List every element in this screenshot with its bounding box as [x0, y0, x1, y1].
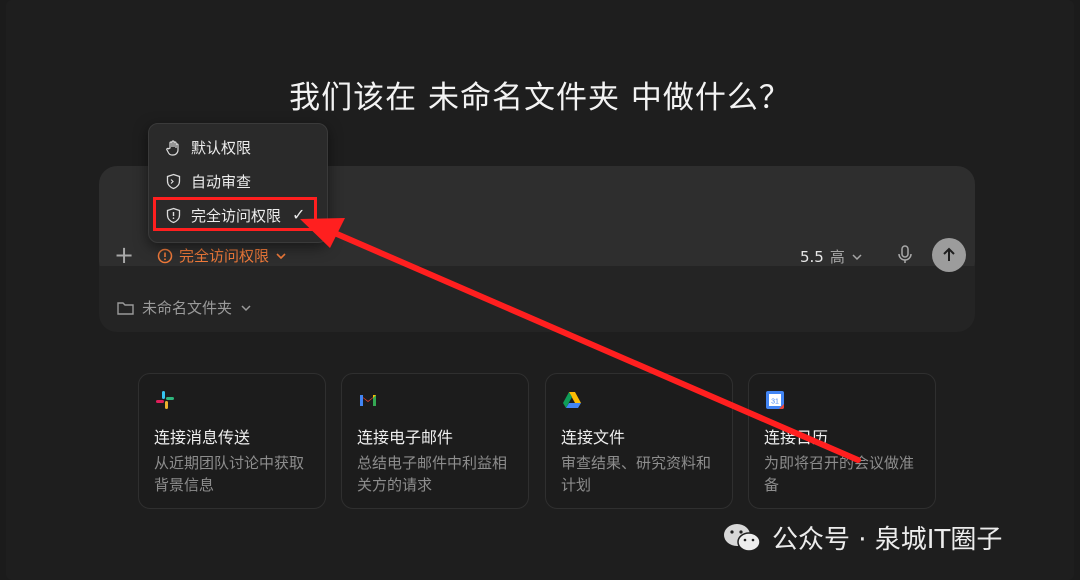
hand-icon [166, 140, 179, 156]
terminal-shield-icon [166, 173, 181, 190]
add-attachment-button[interactable]: + [114, 242, 134, 268]
folder-label: 未命名文件夹 [142, 299, 233, 317]
model-selector[interactable]: 5.5 高 [800, 246, 863, 267]
permission-label: 完全访问权限 [179, 247, 270, 265]
watermark: 公众号 · 泉城IT圈子 [722, 519, 1002, 556]
card-description: 总结电子邮件中利益相关方的请求 [357, 454, 508, 494]
chevron-down-icon [241, 304, 251, 311]
reasoning-effort: 高 [829, 248, 845, 266]
chevron-down-icon [276, 252, 286, 259]
google-calendar-icon: 31 [766, 391, 784, 409]
microphone-icon [898, 245, 912, 263]
card-description: 为即将召开的会议做准备 [764, 454, 915, 494]
connect-email-card[interactable]: 连接电子邮件 总结电子邮件中利益相关方的请求 [341, 373, 529, 509]
slack-icon [156, 391, 174, 409]
menu-item-label: 自动审查 [191, 173, 252, 191]
menu-item-label: 默认权限 [191, 139, 252, 157]
page-title: 我们该在 未命名文件夹 中做什么？ [289, 80, 791, 116]
send-button[interactable] [932, 238, 966, 272]
folder-selector[interactable]: 未命名文件夹 [117, 297, 252, 318]
menu-item-default-permission[interactable]: 默认权限 [165, 137, 251, 158]
card-description: 从近期团队讨论中获取背景信息 [154, 454, 305, 494]
watermark-text: 公众号 · 泉城IT圈子 [772, 525, 1003, 555]
alert-circle-icon [157, 248, 173, 263]
card-description: 审查结果、研究资料和计划 [561, 454, 712, 494]
gmail-icon [360, 395, 376, 406]
menu-item-auto-review[interactable]: 自动审查 [165, 171, 251, 192]
connect-messaging-card[interactable]: 连接消息传送 从近期团队讨论中获取背景信息 [138, 373, 326, 509]
folder-icon [117, 301, 134, 315]
google-drive-icon [563, 392, 581, 408]
arrow-up-icon [943, 247, 955, 261]
card-title: 连接文件 [561, 428, 626, 447]
card-title: 连接日历 [764, 428, 829, 447]
card-title: 连接消息传送 [154, 428, 251, 447]
model-version: 5.5 [800, 247, 824, 266]
connect-files-card[interactable]: 连接文件 审查结果、研究资料和计划 [545, 373, 733, 509]
connect-calendar-card[interactable]: 31 连接日历 为即将召开的会议做准备 [748, 373, 936, 509]
svg-text:31: 31 [771, 399, 779, 406]
card-title: 连接电子邮件 [357, 428, 454, 447]
annotation-highlight-box [153, 197, 317, 231]
permission-dropdown[interactable]: 完全访问权限 [157, 245, 287, 266]
wechat-icon [724, 523, 761, 552]
microphone-button[interactable] [896, 244, 914, 270]
chevron-down-icon [852, 253, 862, 260]
